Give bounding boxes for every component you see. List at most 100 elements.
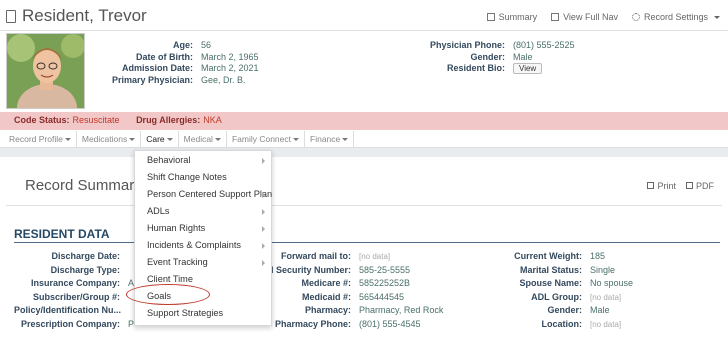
resident-bio-row: Resident Bio: View <box>0 63 575 75</box>
drug-allergies-value: NKA <box>203 115 222 125</box>
data-row: Policy/Identification Nu... <box>14 304 134 318</box>
field-value: (801) 555-4545 <box>359 318 421 329</box>
view-full-nav-label: View Full Nav <box>563 12 618 22</box>
pdf-icon <box>686 182 693 189</box>
menu-item-label: Shift Change Notes <box>147 172 227 182</box>
grid-icon <box>486 13 495 21</box>
field-label: Policy/Identification Nu... <box>14 305 122 315</box>
nav-label: Medical <box>183 134 213 144</box>
chevron-down-icon <box>714 15 720 19</box>
divider-strip <box>0 148 728 157</box>
resident-name: Resident, Trevor <box>22 6 147 25</box>
field-label: Gender: <box>547 305 582 315</box>
menu-item-shift-change-notes[interactable]: Shift Change Notes <box>135 169 271 186</box>
summary-button[interactable]: Summary <box>486 12 538 22</box>
nav-label: Medications <box>81 134 128 144</box>
print-label: Print <box>657 181 676 191</box>
data-row: Subscriber/Group #: <box>14 291 134 305</box>
print-button[interactable]: Print <box>647 181 676 191</box>
data-row: Gender: Male <box>414 304 633 318</box>
data-row: Marital Status: Single <box>414 264 633 278</box>
chevron-down-icon <box>166 137 173 141</box>
drug-allergies-label: Drug Allergies: <box>136 115 201 125</box>
physician-label: Primary Physician: <box>111 74 193 85</box>
resident-data-title: RESIDENT DATA <box>14 227 110 241</box>
nav-label: Record Profile <box>9 134 63 144</box>
menu-item-event-tracking[interactable]: Event Tracking <box>135 254 271 271</box>
nav-care[interactable]: Care <box>141 131 179 147</box>
menu-item-incidents-complaints[interactable]: Incidents & Complaints <box>135 237 271 254</box>
record-settings-button[interactable]: Record Settings <box>631 12 720 22</box>
chevron-down-icon <box>129 137 136 141</box>
gender-value: Male <box>513 51 533 62</box>
field-label: Prescription Company: <box>20 318 120 329</box>
field-value: [no data] <box>590 319 622 329</box>
printer-icon <box>647 182 655 189</box>
menu-item-client-time[interactable]: Client Time <box>135 271 271 288</box>
menu-item-label: Incidents & Complaints <box>147 240 241 250</box>
section-divider <box>14 242 720 243</box>
field-label: Marital Status: <box>519 264 582 275</box>
gender-row: Gender: Male <box>0 52 575 64</box>
menu-item-human-rights[interactable]: Human Rights <box>135 220 271 237</box>
menu-item-person-centered-support-plan[interactable]: Person Centered Support Plan <box>135 186 273 203</box>
view-bio-button[interactable]: View <box>513 63 543 74</box>
data-row: Current Weight: 185 <box>414 250 633 264</box>
menu-item-adls[interactable]: ADLs <box>135 203 271 220</box>
nav-finance[interactable]: Finance <box>305 131 355 147</box>
view-full-nav-button[interactable]: View Full Nav <box>551 12 618 22</box>
data-row: Spouse Name: No spouse <box>414 277 633 291</box>
field-value: A <box>128 278 135 288</box>
pdf-button[interactable]: PDF <box>686 181 714 191</box>
field-value: Male <box>590 305 610 315</box>
field-value: [no data] <box>590 292 622 302</box>
field-label: Discharge Date: <box>51 251 120 261</box>
code-status-value: Resuscitate <box>72 115 120 125</box>
chevron-right-icon <box>262 192 265 198</box>
chevron-right-icon <box>262 158 265 164</box>
field-value: 565444545 <box>359 291 405 302</box>
field-value <box>120 291 128 305</box>
page-title: Resident, Trevor <box>6 6 147 26</box>
field-label: Insurance Company: <box>30 278 120 288</box>
menu-item-label: Event Tracking <box>147 257 208 267</box>
nav-medications[interactable]: Medications <box>77 131 142 147</box>
resident-info-right: Physician Phone: (801) 555-2525 Gender: … <box>0 40 575 75</box>
menu-item-behavioral[interactable]: Behavioral <box>135 152 271 169</box>
field-value: 585-25-5555 <box>359 264 411 275</box>
data-row: Prescription Company: P <box>14 318 134 332</box>
nav-record-profile[interactable]: Record Profile <box>4 131 77 147</box>
gender-label: Gender: <box>470 51 505 62</box>
physician-phone-value: (801) 555-2525 <box>513 40 575 50</box>
field-label: Location: <box>541 318 583 329</box>
field-value: [no data] <box>359 252 391 261</box>
field-label: Discharge Type: <box>50 264 120 275</box>
code-status-label: Code Status: <box>14 115 70 125</box>
field-value: No spouse <box>590 278 634 288</box>
chevron-right-icon <box>262 209 265 215</box>
nav-family-connect[interactable]: Family Connect <box>227 131 306 147</box>
physician-phone-row: Physician Phone: (801) 555-2525 <box>0 40 575 52</box>
summary-label: Summary <box>498 12 538 22</box>
field-value: 185 <box>590 251 606 261</box>
nav-label: Finance <box>310 134 341 144</box>
data-row: Insurance Company: A <box>14 277 134 291</box>
menu-item-goals[interactable]: Goals <box>135 288 271 305</box>
physician-row: Primary Physician: Gee, Dr. B. <box>0 75 259 87</box>
record-settings-label: Record Settings <box>643 12 708 22</box>
nav-icon <box>551 13 560 21</box>
chevron-right-icon <box>262 260 265 266</box>
field-label: Spouse Name: <box>519 278 582 288</box>
menu-item-label: Person Centered Support Plan <box>147 189 273 199</box>
resident-data-col3: Current Weight: 185 Marital Status: Single… <box>414 250 633 331</box>
menu-item-label: ADLs <box>147 206 170 216</box>
record-summary-title: Record Summary <box>25 177 142 194</box>
nav-medical[interactable]: Medical <box>179 131 227 147</box>
field-value: 585225252B <box>359 278 411 288</box>
nav-label: Care <box>146 134 165 144</box>
field-value: P <box>128 318 135 329</box>
chevron-down-icon <box>64 137 71 141</box>
field-value: Single <box>590 264 616 275</box>
menu-item-support-strategies[interactable]: Support Strategies <box>135 305 271 322</box>
header-actions: Summary View Full Nav Record Settings <box>486 12 720 22</box>
